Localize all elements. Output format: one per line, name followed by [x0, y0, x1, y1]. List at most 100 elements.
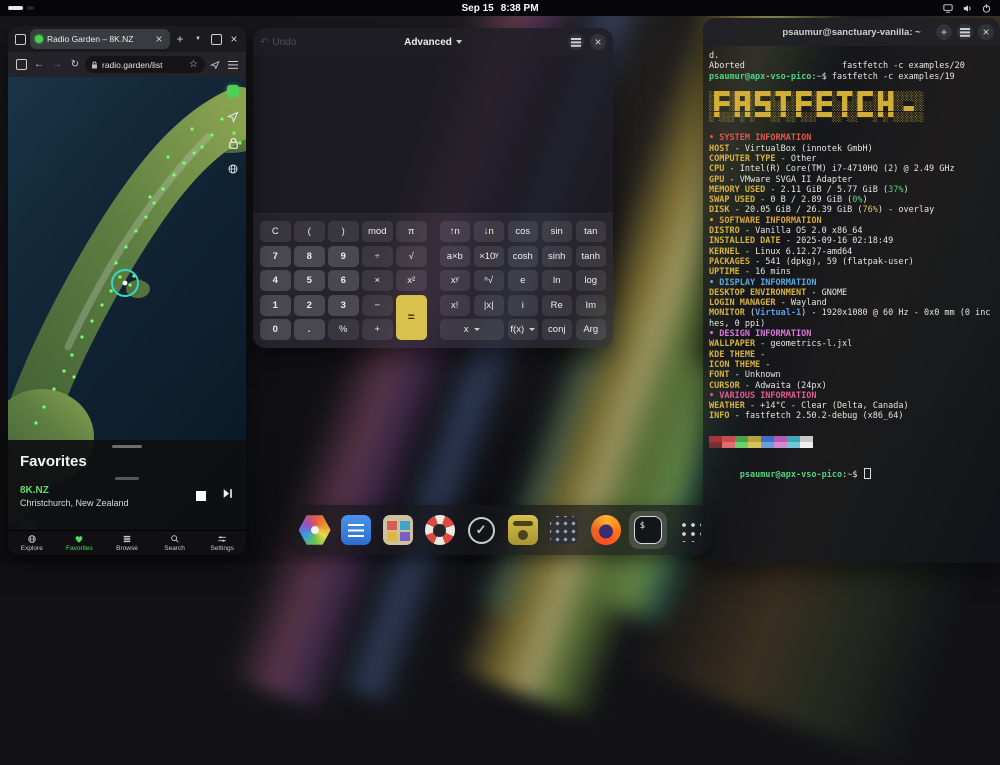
- close-button[interactable]: [590, 34, 606, 50]
- calc-button-sin[interactable]: sin: [541, 221, 572, 242]
- map-layers-button[interactable]: [225, 83, 241, 99]
- calc-button-4[interactable]: 4: [260, 270, 291, 291]
- dock-icon-software-store[interactable]: [296, 511, 334, 549]
- calc-button-divide[interactable]: ÷: [362, 245, 393, 267]
- system-tray[interactable]: [942, 3, 992, 14]
- dock-icon-radio[interactable]: [504, 511, 542, 549]
- bookmarks-icon[interactable]: [12, 31, 28, 47]
- clock[interactable]: Sep 15 8:38 PM: [461, 3, 538, 14]
- calc-button-add[interactable]: +: [362, 319, 393, 340]
- undo-button[interactable]: Undo: [260, 37, 296, 48]
- share-icon[interactable]: [207, 57, 223, 73]
- calc-button-1[interactable]: 1: [260, 294, 291, 316]
- forward-button[interactable]: [49, 57, 65, 73]
- calc-button-variable-x[interactable]: x: [439, 319, 504, 340]
- calc-button-5[interactable]: 5: [294, 270, 325, 291]
- dock-icon-firefox[interactable]: [587, 511, 625, 549]
- tab-close-icon[interactable]: [153, 33, 165, 45]
- calc-button-0[interactable]: 0: [260, 319, 291, 340]
- calc-button-imaginary[interactable]: i: [507, 294, 538, 316]
- lock-button[interactable]: [225, 135, 241, 151]
- dock-icon-help[interactable]: [421, 511, 459, 549]
- nav-item-browse[interactable]: Browse: [103, 531, 151, 555]
- stop-button[interactable]: [196, 491, 206, 501]
- calc-button-mod[interactable]: mod: [362, 221, 393, 242]
- tab-list-chevron-icon[interactable]: [190, 31, 206, 47]
- dock-icon-photos[interactable]: [379, 511, 417, 549]
- calc-button-pi[interactable]: π: [396, 221, 427, 242]
- calc-button-clear[interactable]: C: [260, 221, 291, 242]
- calc-button-tan[interactable]: tan: [575, 221, 606, 242]
- calc-button-factorial[interactable]: x!: [439, 294, 470, 316]
- calc-button-log[interactable]: log: [575, 270, 606, 291]
- calc-button-equals[interactable]: =: [396, 294, 427, 340]
- workspace-indicator[interactable]: [8, 5, 34, 11]
- dock-icon-apps-tile[interactable]: [545, 511, 583, 549]
- address-bar[interactable]: radio.garden/list: [85, 56, 205, 73]
- calc-button-tanh[interactable]: tanh: [575, 245, 606, 267]
- dock-icon-docs[interactable]: [337, 511, 375, 549]
- calc-button-2[interactable]: 2: [294, 294, 325, 316]
- calc-button-7[interactable]: 7: [260, 245, 291, 267]
- calc-button-xpowy[interactable]: xʸ: [439, 270, 470, 291]
- calc-button-exp10[interactable]: ×10ʸ: [473, 245, 504, 267]
- calc-button-9[interactable]: 9: [328, 245, 359, 267]
- back-button[interactable]: [31, 57, 47, 73]
- calc-button-8[interactable]: 8: [294, 245, 325, 267]
- calc-button-superscript[interactable]: ↑n: [439, 221, 470, 242]
- calc-button-arg[interactable]: Arg: [575, 319, 606, 340]
- nav-item-favorites[interactable]: Favorites: [56, 531, 104, 555]
- calc-button-abs[interactable]: |x|: [473, 294, 504, 316]
- close-button[interactable]: [978, 24, 994, 40]
- calc-button-cosh[interactable]: cosh: [507, 245, 538, 267]
- skip-next-button[interactable]: [221, 487, 234, 505]
- calc-button-conj[interactable]: conj: [541, 319, 572, 340]
- calc-button-percent[interactable]: %: [328, 319, 359, 340]
- calc-button-xsquared[interactable]: x²: [396, 270, 427, 291]
- calc-button-sqrt[interactable]: √: [396, 245, 427, 267]
- nav-item-search[interactable]: Search: [151, 531, 199, 555]
- tab-overview-button[interactable]: [208, 31, 224, 47]
- globe-button[interactable]: [225, 161, 241, 177]
- calc-button-subtract[interactable]: −: [362, 294, 393, 316]
- calc-button-euler[interactable]: e: [507, 270, 538, 291]
- calc-button-decimal[interactable]: .: [294, 319, 325, 340]
- mode-dropdown[interactable]: Advanced: [404, 37, 462, 48]
- calc-button-re[interactable]: Re: [541, 294, 572, 316]
- dock-icon-updates[interactable]: [462, 511, 500, 549]
- top-bar: Sep 15 8:38 PM: [0, 0, 1000, 16]
- menu-button[interactable]: [225, 57, 241, 73]
- calc-button-cos[interactable]: cos: [507, 221, 538, 242]
- calc-button-factorize[interactable]: a×b: [439, 245, 470, 267]
- map-canvas[interactable]: Favorites 8K.NZ Christchurch, New Zealan…: [8, 77, 246, 555]
- menu-button[interactable]: [957, 24, 973, 40]
- calculator-display[interactable]: [253, 56, 613, 214]
- calc-button-6[interactable]: 6: [328, 270, 359, 291]
- browser-tab[interactable]: Radio Garden – 8K.NZ: [30, 29, 170, 49]
- dock-icon-terminal[interactable]: [628, 511, 667, 549]
- new-tab-button[interactable]: [172, 31, 188, 47]
- calc-button-im[interactable]: Im: [575, 294, 606, 316]
- nav-item-explore[interactable]: Explore: [8, 531, 56, 555]
- terminal-headerbar[interactable]: psaumur@sanctuary-vanilla: ~: [703, 18, 1000, 46]
- dock-icon-app-grid[interactable]: [670, 511, 708, 549]
- calc-button-3[interactable]: 3: [328, 294, 359, 316]
- reload-button[interactable]: [67, 57, 83, 73]
- nav-item-settings[interactable]: Settings: [198, 531, 246, 555]
- window-close-button[interactable]: [226, 31, 242, 47]
- bookmark-star-icon[interactable]: [188, 59, 199, 70]
- new-tab-button[interactable]: [936, 24, 952, 40]
- locate-button[interactable]: [225, 109, 241, 125]
- menu-button[interactable]: [568, 34, 584, 50]
- calc-button-nroot[interactable]: ⁿ√: [473, 270, 504, 291]
- terminal-screen[interactable]: d. Aborted fastfetch -c examples/20 psaumu…: [703, 46, 1000, 496]
- calc-button-ln[interactable]: ln: [541, 270, 572, 291]
- calc-button-paren-close[interactable]: ): [328, 221, 359, 242]
- calc-button-function[interactable]: f(x): [507, 319, 538, 340]
- calc-button-sinh[interactable]: sinh: [541, 245, 572, 267]
- calc-button-multiply[interactable]: ×: [362, 270, 393, 291]
- calc-button-subscript[interactable]: ↓n: [473, 221, 504, 242]
- calc-button-paren-open[interactable]: (: [294, 221, 325, 242]
- station-row[interactable]: 8K.NZ Christchurch, New Zealand: [8, 480, 246, 508]
- pages-button[interactable]: [13, 57, 29, 73]
